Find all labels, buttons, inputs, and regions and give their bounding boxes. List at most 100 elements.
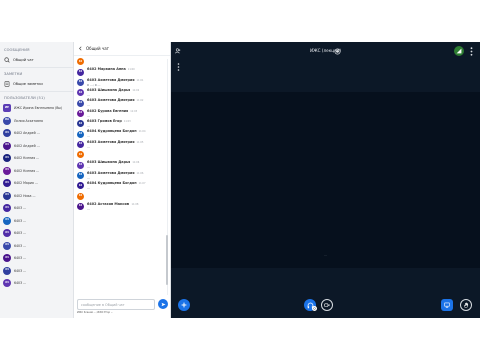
user-list: ИЕ ИЖС Ирина Евгеньевна (Вы) ЛА Лилия Асхат… — [0, 102, 73, 290]
user-list-item[interactable]: 64 6403 ... — [0, 227, 73, 240]
message-text: ... — [87, 124, 90, 129]
message-body — [87, 57, 162, 67]
raise-hand-button[interactable] — [460, 299, 472, 311]
actions-button[interactable] — [178, 299, 190, 311]
chat-message-input[interactable] — [77, 299, 155, 310]
shared-notes-label: Общие заметки — [13, 81, 43, 86]
send-button[interactable] — [158, 299, 168, 309]
chat-message: 64 6403 Шишкина Дарья 11:02... — [74, 88, 165, 98]
avatar: 64 — [3, 254, 11, 263]
camera-icon — [324, 303, 330, 307]
public-chat-item[interactable]: Общий чат — [0, 54, 73, 65]
typing-indicator: ИЖС Ксения ...; ИЖС Егор ... — [77, 311, 114, 314]
message-author: 6402 Маркина Анна — [87, 67, 126, 72]
avatar: 64 — [3, 191, 11, 200]
avatar: 64 — [77, 140, 84, 148]
chat-message: 64 6403 Громов Егор 11:03... — [74, 119, 165, 129]
audio-settings-badge[interactable] — [312, 306, 317, 311]
avatar: 64 — [77, 151, 84, 159]
user-name: 6403 ... — [14, 256, 27, 261]
user-name: 6403 ... — [14, 206, 27, 211]
user-list-item[interactable]: 64 6403 ... — [0, 202, 73, 215]
user-list-item[interactable]: 64 6403 ... — [0, 240, 73, 253]
more-options-icon[interactable] — [467, 46, 475, 56]
video-main-area: ИЖС (лекция) ... — [171, 42, 480, 318]
message-time: 11:03 — [123, 120, 131, 124]
avatar: 64 — [3, 154, 11, 163]
avatar: 64 — [77, 171, 84, 179]
chat-message: 64 6404 Кудрявцева Богдан 11:07... — [74, 181, 165, 191]
message-text: ... — [87, 175, 90, 180]
message-time: 11:08 — [131, 202, 139, 206]
user-name: 6402 Ксения ... — [14, 156, 40, 161]
message-author: 6402 Бурова Евгения — [87, 108, 129, 113]
user-name: 6403 ... — [14, 218, 27, 223]
message-time: 11:05 — [136, 140, 144, 144]
message-text: 0 ...; 0 ... — [87, 82, 101, 87]
message-time: 11:06 — [132, 161, 140, 165]
avatar: 64 — [77, 203, 84, 210]
avatar: 64 — [77, 192, 84, 200]
chat-message: 64 — [74, 57, 165, 67]
message-author: 6403 Ахметова Дмитрия — [87, 77, 135, 82]
scrollbar-thumb[interactable] — [165, 235, 169, 285]
presentation-toggle-button[interactable] — [441, 299, 453, 311]
connection-status-button[interactable] — [454, 46, 464, 56]
user-list-item[interactable]: 64 6403 ... — [0, 215, 73, 228]
message-body — [87, 150, 162, 160]
message-author: 6403 Шишкина Дарья — [87, 160, 131, 165]
message-list: 64 64 6402 Маркина Анна 11:00 64 6403 Ахметов… — [74, 57, 165, 297]
message-time: 11:00 — [127, 68, 135, 72]
user-list-item[interactable]: 64 6402 Ксения ... — [0, 165, 73, 178]
avatar: 64 — [77, 130, 84, 138]
message-body: 6403 Громов Егор 11:03... — [87, 119, 162, 129]
presentation-options-icon[interactable] — [174, 62, 182, 71]
user-list-item[interactable]: 64 6402 Ксения ... — [0, 152, 73, 165]
message-body: 6403 Шишкина Дарья 11:06... — [87, 160, 162, 170]
user-list-item[interactable]: ИЕ ИЖС Ирина Евгеньевна (Вы) — [0, 102, 73, 115]
avatar: 64 — [77, 58, 84, 66]
message-body: 6403 Ахметова Дмитрия 11:05... — [87, 140, 162, 150]
plus-icon — [181, 302, 187, 308]
message-time: 11:03 — [130, 109, 138, 113]
user-name: 6402 Ника ... — [14, 193, 36, 198]
chat-panel: Общий чат 64 64 6402 Маркина Анна 11:00 64 64… — [74, 42, 171, 318]
user-list-item[interactable]: 64 6403 ... — [0, 277, 73, 290]
chat-scrollbar[interactable] — [165, 57, 169, 297]
message-header — [87, 191, 162, 196]
record-icon[interactable] — [333, 47, 342, 56]
message-time: 11:01 — [136, 78, 144, 82]
message-text: ... — [87, 103, 90, 108]
users-toggle-icon[interactable] — [174, 47, 182, 55]
user-name: 6403 ... — [14, 281, 27, 286]
user-list-item[interactable]: 64 6403 ... — [0, 252, 73, 265]
message-text: ... — [87, 93, 90, 98]
message-author: 6403 Ахметова Дмитрия — [87, 170, 135, 175]
message-body: 6404 Кудрявцева Богдан 11:07... — [87, 181, 162, 191]
message-author: 6402 Астахов Максим — [87, 201, 130, 206]
shared-notes-item[interactable]: Общие заметки — [0, 78, 73, 89]
chat-icon — [4, 56, 10, 63]
main-bottom-toolbar — [171, 294, 480, 318]
share-webcam-button[interactable] — [321, 299, 333, 311]
message-author: 6403 Ахметова Дмитрия — [87, 98, 135, 103]
user-list-item[interactable]: ЛА Лилия Асхатовна — [0, 115, 73, 128]
avatar: ЛА — [3, 116, 11, 125]
signal-icon — [456, 48, 462, 54]
avatar: 64 — [77, 182, 84, 190]
presentation-hint: ... — [323, 253, 328, 257]
avatar: 64 — [3, 141, 11, 150]
user-name: 6402 Андрей ... — [14, 131, 40, 136]
message-header — [87, 57, 162, 62]
user-list-item[interactable]: 64 6402 Андрей ... — [0, 127, 73, 140]
user-list-item[interactable]: 64 6402 Мария ... — [0, 177, 73, 190]
message-header: 6402 Маркина Анна 11:00 — [87, 67, 162, 72]
main-topbar — [171, 42, 480, 60]
message-text: ... — [87, 144, 90, 149]
user-list-item[interactable]: 64 6402 Андрей ... — [0, 140, 73, 153]
avatar: 64 — [3, 216, 11, 225]
chevron-left-icon[interactable] — [78, 46, 83, 51]
user-list-item[interactable]: 64 6402 Ника ... — [0, 190, 73, 203]
user-list-item[interactable]: 64 6403 ... — [0, 265, 73, 278]
user-name: 6402 Андрей ... — [14, 143, 40, 148]
